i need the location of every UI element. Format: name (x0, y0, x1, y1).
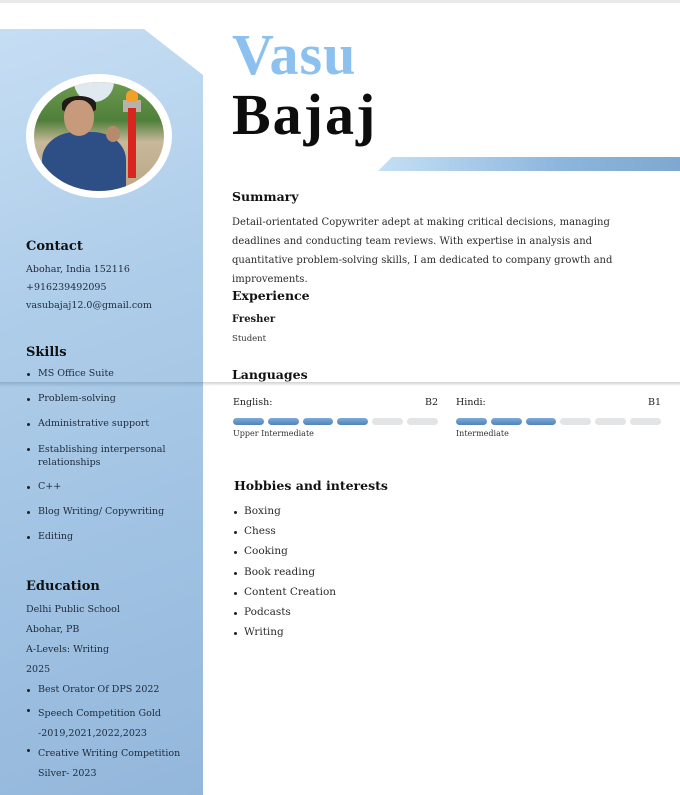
skill-item: Establishing interpersonal relationships (26, 443, 178, 481)
page-top-edge (0, 0, 680, 3)
skill-item: MS Office Suite (26, 368, 196, 393)
hobby-item: Podcasts (234, 606, 336, 626)
summary-text: Detail-orientated Copywriter adept at ma… (232, 217, 613, 285)
achievements-list: Best Orator Of DPS 2022 Speech Competiti… (26, 684, 196, 784)
language-grade: B1 (647, 397, 661, 408)
proficiency-segment-filled (302, 418, 334, 425)
proficiency-segment-empty (630, 418, 661, 425)
education-school: Delhi Public School (26, 604, 120, 615)
skills-title: Skills (26, 345, 67, 360)
proficiency-segment-empty (560, 418, 592, 425)
language-english: English: B2 Upper Intermediate (233, 397, 438, 438)
last-name: Bajaj (232, 82, 378, 147)
first-name: Vasu (232, 22, 357, 87)
contact-address: Abohar, India 152116 (26, 264, 130, 275)
language-level: Upper Intermediate (233, 429, 314, 438)
proficiency-segment-empty (372, 418, 404, 425)
proficiency-segment-filled (233, 418, 264, 425)
skill-item: C++ (26, 481, 196, 506)
experience-title: Experience (232, 288, 310, 303)
proficiency-segment-filled (525, 418, 557, 425)
education-location: Abohar, PB (26, 624, 80, 635)
hobby-item: Content Creation (234, 586, 336, 606)
profile-photo (26, 74, 172, 198)
achievement-item: Speech Competition Gold -2019,2021,2022,… (26, 704, 188, 744)
experience-subtitle: Student (232, 334, 267, 344)
skill-item: Problem-solving (26, 393, 196, 418)
education-title: Education (26, 579, 100, 594)
achievement-item: Creative Writing Competition Silver- 202… (26, 744, 188, 784)
hobbies-title: Hobbies and interests (234, 478, 388, 493)
proficiency-segment-filled (490, 418, 522, 425)
experience-role: Fresher (232, 314, 276, 325)
achievement-item: Best Orator Of DPS 2022 (26, 684, 196, 704)
profile-photo-image (34, 81, 164, 191)
education-year: 2025 (26, 664, 51, 675)
hobby-item: Cooking (234, 545, 336, 565)
skill-item: Administrative support (26, 418, 196, 443)
contact-email[interactable]: vasubajaj12.0@gmail.com (26, 300, 196, 311)
proficiency-segment-empty (407, 418, 438, 425)
hobbies-list: Boxing Chess Cooking Book reading Conten… (234, 505, 336, 646)
proficiency-segment-empty (595, 418, 627, 425)
proficiency-segment-filled (267, 418, 299, 425)
skills-list: MS Office Suite Problem-solving Administ… (26, 368, 196, 556)
hobby-item: Boxing (234, 505, 336, 525)
contact-title: Contact (26, 239, 83, 254)
education-section: Education Delhi Public School Abohar, PB… (26, 579, 196, 784)
languages-title: Languages (232, 367, 308, 382)
language-proficiency-bars (456, 418, 661, 425)
language-name: Hindi: (456, 397, 486, 408)
education-program: A-Levels: Writing (26, 644, 110, 655)
hobby-item: Book reading (234, 566, 336, 586)
language-name: English: (233, 397, 273, 408)
language-level: Intermediate (456, 429, 509, 438)
language-hindi: Hindi: B1 Intermediate (456, 397, 661, 438)
hobby-item: Chess (234, 525, 336, 545)
skills-section: Skills MS Office Suite Problem-solving A… (26, 345, 196, 556)
language-grade: B2 (424, 397, 438, 408)
skill-item: Editing (26, 531, 196, 556)
language-proficiency-bars (233, 418, 438, 425)
header-accent-bar (378, 157, 680, 171)
proficiency-segment-filled (456, 418, 487, 425)
summary-title: Summary (232, 189, 299, 204)
proficiency-segment-filled (337, 418, 369, 425)
contact-section: Contact Abohar, India 152116 +9162394920… (26, 239, 196, 311)
contact-phone[interactable]: +916239492095 (26, 282, 196, 293)
page-break-shadow (203, 382, 680, 386)
hobby-item: Writing (234, 626, 336, 646)
skill-item: Blog Writing/ Copywriting (26, 506, 196, 531)
